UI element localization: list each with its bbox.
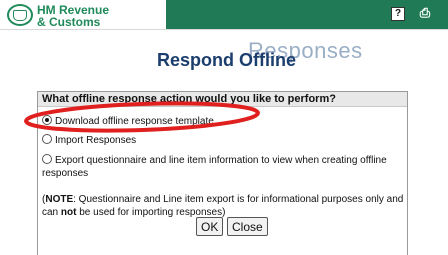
- hmrc-logo: HM Revenue & Customs: [1, 1, 166, 28]
- help-icon[interactable]: ?: [391, 7, 405, 21]
- crest-icon: [7, 4, 33, 26]
- page-title: Respond Offline: [157, 50, 296, 70]
- option-label: Download offline response template: [55, 116, 214, 127]
- header-band: ? ⎙: [166, 0, 448, 29]
- radio-download-template[interactable]: [42, 115, 52, 125]
- export-note: (NOTE: Questionnaire and Line item expor…: [42, 193, 404, 219]
- close-button[interactable]: Close: [227, 217, 268, 236]
- option-download-template[interactable]: Download offline response template: [42, 115, 402, 128]
- radio-export-questionnaire[interactable]: [42, 154, 52, 164]
- top-bar: HM Revenue & Customs ? ⎙: [0, 0, 448, 30]
- option-import-responses[interactable]: Import Responses: [42, 134, 402, 147]
- ok-button[interactable]: OK: [196, 217, 224, 236]
- panel-question: What offline response action would you l…: [38, 92, 407, 107]
- note-bold-2: not: [60, 207, 77, 218]
- option-export-questionnaire[interactable]: Export questionnaire and line item infor…: [42, 154, 402, 180]
- logo-line2: & Customs: [37, 15, 101, 29]
- option-label: Import Responses: [55, 135, 137, 146]
- note-bold: NOTE: [45, 194, 74, 205]
- option-label: Export questionnaire and line item infor…: [42, 155, 387, 179]
- radio-import-responses[interactable]: [42, 134, 52, 144]
- print-icon[interactable]: ⎙: [418, 6, 432, 21]
